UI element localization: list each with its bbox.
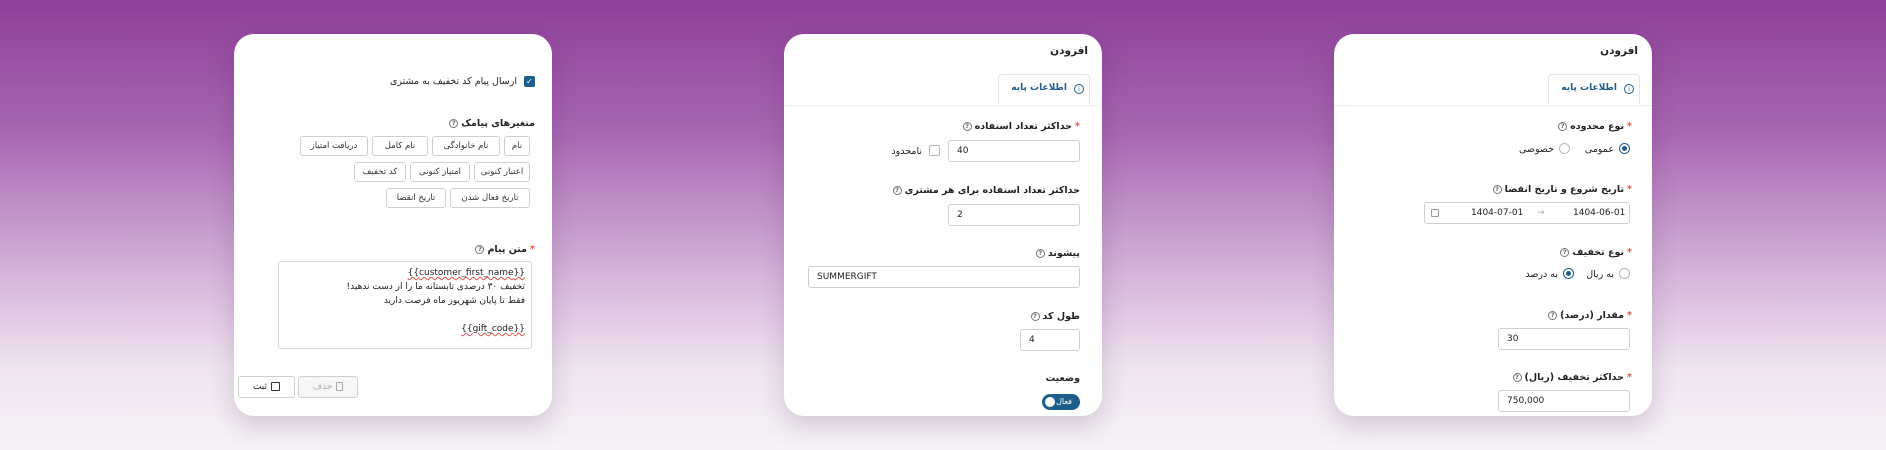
scope-private-radio[interactable] [1559,143,1570,154]
add-form-card-codes: افزودن i اطلاعات پایه *حداکثر تعداد استف… [784,34,1102,416]
help-icon: ? [1512,373,1522,382]
message-textarea[interactable]: {{customer_first_name}} تخفیف ۳۰ درصدی ت… [278,261,532,349]
max-use-input[interactable]: 40 [948,140,1080,162]
type-percent-radio[interactable] [1563,268,1574,279]
sms-var-chip[interactable]: نام خانوادگی [432,136,500,156]
help-icon: ? [475,245,485,254]
sms-var-chip[interactable]: امتیاز کنونی [410,162,470,182]
check-icon: ✓ [526,77,533,86]
max-discount-label: *حداکثر تخفیف (ریال)? [1512,372,1632,383]
unlimited-label: نامحدود [891,146,922,157]
scope-public-label: عمومی [1584,144,1614,155]
max-per-customer-input[interactable]: 2 [948,204,1080,226]
date-range-label: *تاریخ شروع و تاریخ انقضا? [1492,184,1632,195]
message-line: فقط تا پایان شهریور ماه فرصت دارید [383,296,525,306]
sms-settings-card: ✓ ارسال پیام کد تخفیف به مشتری متغیرهای … [234,34,552,416]
save-button[interactable]: ثبت [238,376,295,398]
help-icon: ? [1548,311,1558,320]
amount-input[interactable]: 30 [1498,328,1630,350]
help-icon: ? [1035,249,1045,258]
help-icon: ? [1558,122,1568,131]
end-date: 1404-07-01 [1471,208,1524,218]
help-icon: ? [962,122,972,131]
arrow-icon: → [1537,208,1545,218]
message-line: تخفیف ۳۰ درصدی تابستانه ما را از دست نده… [346,282,525,292]
prefix-label: پیشوند? [1035,248,1080,259]
message-label: *متن پیام? [475,244,535,255]
add-form-card-discount: افزودن i اطلاعات پایه *نوع محدوده? عمومی… [1334,34,1652,416]
message-line: {{customer_first_name}} [407,268,525,278]
sms-var-chip[interactable]: اعتبار کنونی [474,162,530,182]
delete-button[interactable]: حذف [298,376,358,398]
scope-public-radio[interactable] [1619,143,1630,154]
start-date: 1404-06-01 [1573,208,1626,218]
help-icon: ? [1560,248,1570,257]
sms-var-chip[interactable]: کد تخفیف [354,162,406,182]
status-toggle[interactable]: فعال [1042,394,1080,410]
help-icon: ? [1030,312,1040,321]
tab-label: اطلاعات پایه [1561,83,1617,93]
page-title: افزودن [1600,45,1638,57]
code-length-label: طول کد? [1030,311,1080,322]
page-title: افزودن [1050,45,1088,57]
sms-var-chip[interactable]: نام کامل [372,136,428,156]
help-icon: ? [892,186,902,195]
max-per-customer-label: حداکثر تعداد استفاده برای هر مشتری? [892,185,1080,196]
unlimited-checkbox[interactable] [929,145,940,156]
max-discount-input[interactable]: 750,000 [1498,390,1630,412]
trash-icon [336,382,344,391]
sms-var-chip[interactable]: دریافت امتیاز [300,136,368,156]
help-icon: ? [449,119,459,128]
tab-basic-info[interactable]: i اطلاعات پایه [1548,74,1640,104]
type-percent-label: به درصد [1525,269,1558,280]
discount-type-label: *نوع تخفیف? [1560,247,1632,258]
info-icon: i [1624,84,1634,94]
info-icon: i [1074,84,1084,94]
sms-var-chip[interactable]: تاریخ انقضا [386,188,446,208]
sms-vars-label: متغیرهای پیامک? [449,118,535,129]
send-sms-checkbox[interactable]: ✓ [524,76,535,87]
sms-var-chip[interactable]: نام [504,136,530,156]
tab-basic-info[interactable]: i اطلاعات پایه [998,74,1090,104]
help-icon: ? [1492,185,1502,194]
date-range-input[interactable]: 1404-07-01 → 1404-06-01 [1424,202,1630,224]
max-use-label: *حداکثر تعداد استفاده? [962,121,1080,132]
tab-bar: i اطلاعات پایه [784,70,1102,106]
save-icon [271,382,281,391]
status-label: وضعیت [1045,373,1080,384]
tab-label: اطلاعات پایه [1011,83,1067,93]
message-line: {{gift_code}} [461,324,525,334]
amount-label: *مقدار (درصد)? [1548,310,1632,321]
scope-private-label: خصوصی [1518,144,1554,155]
calendar-icon [1431,209,1439,217]
type-rial-radio[interactable] [1619,268,1630,279]
prefix-input[interactable]: SUMMERGIFT [808,266,1080,288]
send-sms-label: ارسال پیام کد تخفیف به مشتری [389,76,517,87]
type-rial-label: به ریال [1586,269,1614,280]
code-length-input[interactable]: 4 [1020,329,1080,351]
scope-label: *نوع محدوده? [1558,121,1632,132]
sms-var-chip[interactable]: تاریخ فعال شدن [450,188,530,208]
tab-bar: i اطلاعات پایه [1334,70,1652,106]
